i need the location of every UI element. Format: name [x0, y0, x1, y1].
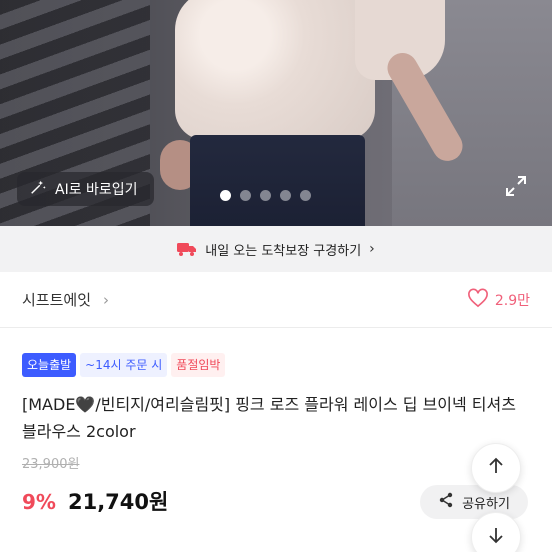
- truck-icon: [177, 241, 197, 257]
- expand-icon[interactable]: [504, 174, 528, 198]
- badge-group: 오늘출발 ~14시 주문 시 품절임박: [22, 353, 226, 377]
- price-row: 9% 21,740원: [22, 486, 168, 516]
- share-label: 공유하기: [462, 496, 510, 512]
- scroll-up-button[interactable]: [471, 443, 521, 493]
- heart-icon: [467, 288, 489, 312]
- image-jeans: [190, 135, 365, 226]
- carousel-dot[interactable]: [260, 190, 271, 201]
- shop-row: 시프트에잇 › 2.9만: [0, 272, 552, 328]
- today-shipping-badge: 오늘출발: [22, 353, 77, 377]
- share-button[interactable]: 공유하기: [420, 485, 528, 519]
- arrow-up-icon: [487, 457, 505, 479]
- arrow-down-icon: [487, 526, 505, 548]
- ai-try-on-button[interactable]: AI로 바로입기: [17, 172, 154, 206]
- carousel-dot[interactable]: [220, 190, 231, 201]
- order-deadline-badge: ~14시 주문 시: [80, 353, 168, 377]
- product-image[interactable]: AI로 바로입기: [0, 0, 552, 226]
- like-count: 2.9만: [494, 292, 530, 309]
- delivery-label: 내일 오는 도착보장 구경하기: [205, 243, 362, 259]
- product-title: [MADE🖤/빈티지/여리슬림핏] 핑크 로즈 플라워 레이스 딥 브이넥 티셔…: [22, 395, 516, 441]
- like-button[interactable]: 2.9만: [467, 288, 530, 312]
- image-blouse: [175, 0, 375, 140]
- carousel-dot[interactable]: [300, 190, 311, 201]
- discount-rate: 9%: [22, 490, 56, 514]
- almost-sold-out-badge: 품절임박: [171, 353, 226, 377]
- shop-name[interactable]: 시프트에잇: [22, 289, 91, 310]
- sale-price: 21,740원: [67, 490, 169, 514]
- chevron-right-icon: ›: [369, 241, 375, 257]
- original-price: 23,900원: [22, 457, 80, 472]
- magic-wand-icon: [29, 178, 47, 200]
- chevron-right-icon[interactable]: ›: [103, 291, 109, 309]
- carousel-indicator: [220, 190, 311, 201]
- share-icon: [438, 492, 454, 512]
- carousel-dot[interactable]: [280, 190, 291, 201]
- carousel-dot[interactable]: [240, 190, 251, 201]
- delivery-guarantee-banner[interactable]: 내일 오는 도착보장 구경하기 ›: [0, 226, 552, 272]
- ai-try-on-label: AI로 바로입기: [55, 182, 138, 198]
